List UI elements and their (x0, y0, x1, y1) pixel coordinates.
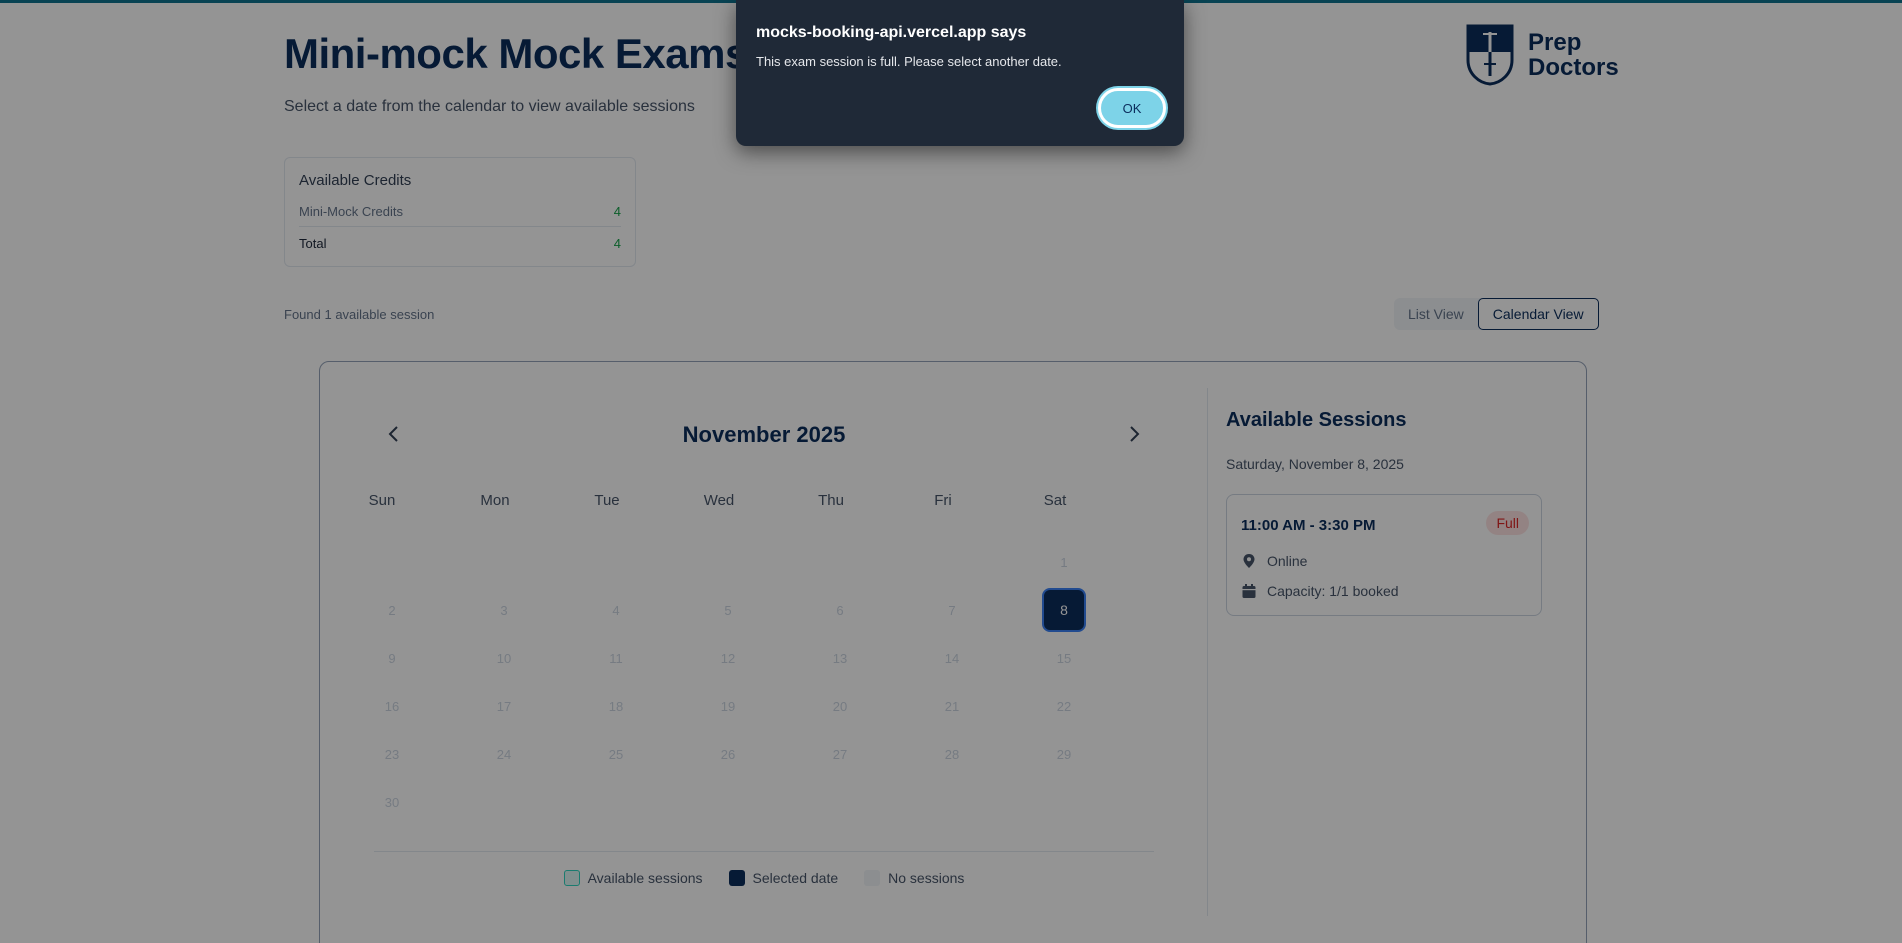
dialog-title: mocks-booking-api.vercel.app says (756, 24, 1027, 41)
dialog-message: This exam session is full. Please select… (756, 54, 1062, 69)
ok-button[interactable]: OK (1098, 88, 1166, 128)
alert-dialog: mocks-booking-api.vercel.app says This e… (736, 0, 1184, 146)
